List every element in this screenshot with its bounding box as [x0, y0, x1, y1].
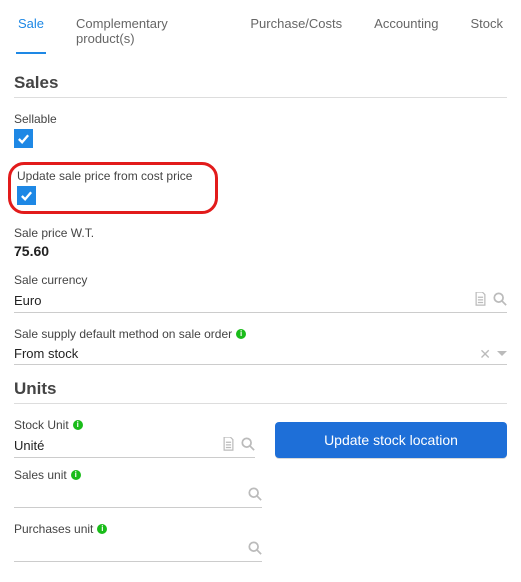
section-units-heading: Units: [14, 379, 507, 404]
clear-icon[interactable]: ✕: [479, 347, 491, 361]
update-from-cost-label: Update sale price from cost price: [17, 169, 207, 183]
update-stock-location-button[interactable]: Update stock location: [275, 422, 507, 458]
search-icon[interactable]: [248, 541, 262, 558]
tab-sale[interactable]: Sale: [16, 10, 46, 54]
field-purchases-unit: Purchases unit i: [14, 522, 262, 562]
chevron-down-icon[interactable]: [497, 346, 507, 361]
supply-method-label: Sale supply default method on sale order: [14, 327, 232, 341]
sales-unit-label: Sales unit: [14, 468, 67, 482]
info-icon[interactable]: i: [97, 524, 107, 534]
document-icon[interactable]: [474, 292, 487, 309]
search-icon[interactable]: [241, 437, 255, 454]
stock-unit-value: Unité: [14, 438, 222, 453]
sale-price-wt-label: Sale price W.T.: [14, 226, 507, 240]
info-icon[interactable]: i: [236, 329, 246, 339]
info-icon[interactable]: i: [71, 470, 81, 480]
field-sale-currency: Sale currency Euro: [14, 273, 507, 313]
sale-currency-input[interactable]: Euro: [14, 290, 507, 313]
sellable-label: Sellable: [14, 112, 507, 126]
search-icon[interactable]: [493, 292, 507, 309]
highlight-update-from-cost: Update sale price from cost price: [8, 162, 218, 214]
field-sale-price-wt: Sale price W.T. 75.60: [14, 226, 507, 259]
section-sales-heading: Sales: [14, 73, 507, 98]
field-sales-unit: Sales unit i: [14, 468, 262, 508]
update-from-cost-checkbox[interactable]: [17, 186, 36, 205]
sale-currency-label: Sale currency: [14, 273, 507, 287]
tab-accounting[interactable]: Accounting: [372, 10, 440, 54]
field-supply-method: Sale supply default method on sale order…: [14, 327, 507, 365]
tab-complementary[interactable]: Complementary product(s): [74, 10, 220, 54]
stock-unit-input[interactable]: Unité: [14, 435, 255, 458]
sale-currency-value: Euro: [14, 293, 474, 308]
document-icon[interactable]: [222, 437, 235, 454]
stock-unit-label: Stock Unit: [14, 418, 69, 432]
sale-price-wt-value: 75.60: [14, 243, 507, 259]
info-icon[interactable]: i: [73, 420, 83, 430]
product-tabs: Sale Complementary product(s) Purchase/C…: [0, 0, 521, 55]
field-sellable: Sellable: [14, 112, 507, 148]
sellable-checkbox[interactable]: [14, 129, 33, 148]
purchases-unit-label: Purchases unit: [14, 522, 93, 536]
sales-unit-input[interactable]: [14, 485, 262, 508]
field-stock-unit: Stock Unit i Unité: [14, 418, 255, 458]
search-icon[interactable]: [248, 487, 262, 504]
tab-stock[interactable]: Stock: [468, 10, 505, 54]
supply-method-select[interactable]: From stock ✕: [14, 344, 507, 365]
supply-method-value: From stock: [14, 346, 479, 361]
tab-purchase-costs[interactable]: Purchase/Costs: [248, 10, 344, 54]
purchases-unit-input[interactable]: [14, 539, 262, 562]
field-update-from-cost: Update sale price from cost price: [17, 169, 207, 205]
